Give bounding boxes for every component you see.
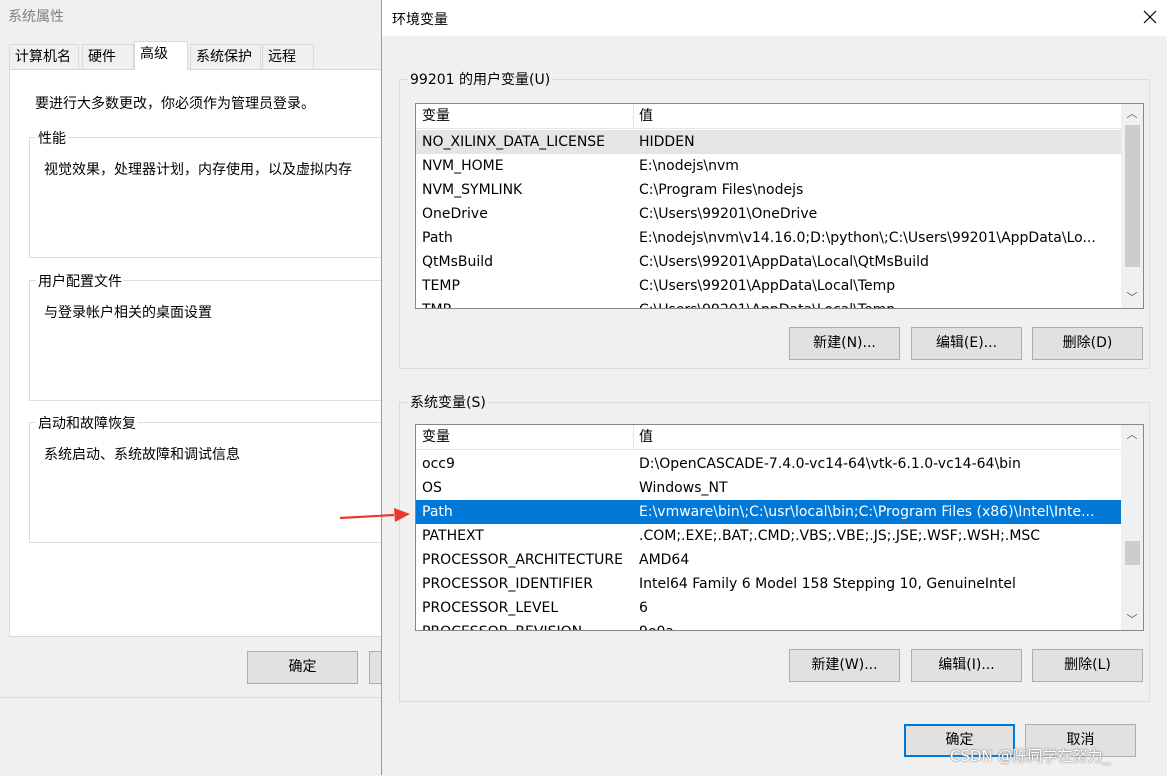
- list-item[interactable]: OS Windows_NT: [416, 476, 1121, 500]
- system-properties-footer: [0, 697, 381, 776]
- variable-name: PROCESSOR_REVISION: [422, 620, 582, 630]
- list-item[interactable]: PROCESSOR_IDENTIFIER Intel64 Family 6 Mo…: [416, 572, 1121, 596]
- user-new-button[interactable]: 新建(N)...: [789, 327, 900, 360]
- variable-value: HIDDEN: [639, 134, 695, 150]
- startup-recovery-group-title: 启动和故障恢复: [36, 413, 138, 433]
- dialog-title-bar: 环境变量: [382, 0, 1167, 36]
- list-item[interactable]: TEMP C:\Users\99201\AppData\Local\Temp: [416, 274, 1121, 298]
- variable-name: Path: [422, 230, 453, 246]
- startup-recovery-group-desc: 系统启动、系统故障和调试信息: [44, 447, 240, 463]
- annotation-arrow-icon: [339, 508, 410, 522]
- user-delete-button[interactable]: 删除(D): [1032, 327, 1143, 360]
- list-item[interactable]: QtMsBuild C:\Users\99201\AppData\Local\Q…: [416, 250, 1121, 274]
- variable-value: D:\OpenCASCADE-7.4.0-vc14-64\vtk-6.1.0-v…: [639, 456, 1021, 472]
- system-edit-button[interactable]: 编辑(I)...: [911, 649, 1022, 682]
- variable-name: PROCESSOR_ARCHITECTURE: [422, 552, 623, 568]
- column-divider[interactable]: [633, 104, 634, 128]
- tab-advanced[interactable]: 高级: [134, 41, 188, 70]
- variable-value: C:\Program Files\nodejs: [639, 182, 804, 198]
- scroll-thumb[interactable]: [1125, 541, 1140, 565]
- variable-name: PROCESSOR_LEVEL: [422, 600, 559, 616]
- list-item[interactable]: occ9 D:\OpenCASCADE-7.4.0-vc14-64\vtk-6.…: [416, 452, 1121, 476]
- system-properties-title: 系统属性: [8, 9, 64, 25]
- tab-hardware[interactable]: 硬件: [82, 44, 134, 69]
- system-new-button[interactable]: 新建(W)...: [789, 649, 900, 682]
- list-item[interactable]: NVM_HOME E:\nodejs\nvm: [416, 154, 1121, 178]
- variable-value: E:\vmware\bin\;C:\usr\local\bin;C:\Progr…: [639, 504, 1095, 520]
- system-variables-legend: 系统变量(S): [408, 392, 488, 412]
- scroll-up-icon[interactable]: ︿: [1121, 105, 1143, 123]
- variable-value: Windows_NT: [639, 480, 728, 496]
- variable-value: C:\Users\99201\OneDrive: [639, 206, 818, 222]
- user-profiles-group-title: 用户配置文件: [36, 271, 124, 291]
- header-value[interactable]: 值: [639, 104, 653, 128]
- variable-value: .COM;.EXE;.BAT;.CMD;.VBS;.VBE;.JS;.JSE;.…: [639, 528, 1041, 544]
- variable-name: Path: [422, 504, 453, 520]
- system-properties-ok-button[interactable]: 确定: [247, 651, 358, 684]
- scroll-down-icon[interactable]: ﹀: [1121, 289, 1143, 307]
- tab-system-protection[interactable]: 系统保护: [190, 44, 261, 69]
- admin-notice: 要进行大多数更改，你必须作为管理员登录。: [35, 96, 315, 112]
- system-delete-button[interactable]: 删除(L): [1032, 649, 1143, 682]
- performance-group: 性能 视觉效果，处理器计划，内存使用，以及虚拟内存: [29, 128, 389, 258]
- variable-value: C:\Users\99201\AppData\Local\Temp: [639, 298, 1117, 308]
- variable-name: NVM_HOME: [422, 158, 504, 174]
- variable-name: TEMP: [422, 278, 460, 294]
- tab-computer-name[interactable]: 计算机名: [9, 44, 79, 69]
- column-divider[interactable]: [633, 425, 634, 449]
- user-variables-legend: 99201 的用户变量(U): [408, 69, 553, 89]
- list-item[interactable]: NVM_SYMLINK C:\Program Files\nodejs: [416, 178, 1121, 202]
- system-properties-window: 系统属性 计算机名 硬件 高级 系统保护 远程 要进行大多数更改，你必须作为管理…: [0, 0, 389, 776]
- variable-value: E:\nodejs\nvm\v14.16.0;D:\python\;C:\Use…: [639, 230, 1096, 246]
- list-item[interactable]: PATHEXT .COM;.EXE;.BAT;.CMD;.VBS;.VBE;.J…: [416, 524, 1121, 548]
- list-item[interactable]: PROCESSOR_REVISION 9e0a: [416, 620, 1121, 630]
- user-list-scrollbar[interactable]: ︿ ﹀: [1121, 104, 1143, 308]
- variable-name: TMP: [422, 298, 451, 308]
- variable-value: 6: [639, 600, 648, 616]
- variable-value: Intel64 Family 6 Model 158 Stepping 10, …: [639, 576, 1016, 592]
- performance-group-desc: 视觉效果，处理器计划，内存使用，以及虚拟内存: [44, 162, 352, 178]
- user-edit-button[interactable]: 编辑(E)...: [911, 327, 1022, 360]
- scroll-up-icon[interactable]: ︿: [1121, 426, 1143, 444]
- header-value[interactable]: 值: [639, 425, 653, 449]
- startup-recovery-group: 启动和故障恢复 系统启动、系统故障和调试信息: [29, 413, 389, 543]
- user-profiles-group-desc: 与登录帐户相关的桌面设置: [44, 305, 212, 321]
- list-item[interactable]: Path E:\nodejs\nvm\v14.16.0;D:\python\;C…: [416, 226, 1121, 250]
- variable-name: OS: [422, 480, 442, 496]
- system-list-scrollbar[interactable]: ︿ ﹀: [1121, 425, 1143, 630]
- environment-variables-dialog: 环境变量 99201 的用户变量(U) 变量 值 NO_XILINX_DATA_…: [381, 0, 1167, 775]
- variable-name: NO_XILINX_DATA_LICENSE: [422, 134, 606, 150]
- dialog-title: 环境变量: [392, 12, 448, 28]
- tab-remote[interactable]: 远程: [262, 44, 314, 69]
- variable-name: OneDrive: [422, 206, 488, 222]
- watermark: CSDN @陈同学在努力_: [950, 747, 1111, 765]
- user-profiles-group: 用户配置文件 与登录帐户相关的桌面设置: [29, 271, 389, 401]
- variable-name: occ9: [422, 456, 455, 472]
- header-variable[interactable]: 变量: [422, 425, 450, 449]
- list-header: 变量 值: [416, 425, 1121, 450]
- list-item[interactable]: PROCESSOR_LEVEL 6: [416, 596, 1121, 620]
- variable-name: PROCESSOR_IDENTIFIER: [422, 576, 593, 592]
- list-header: 变量 值: [416, 104, 1121, 129]
- scroll-down-icon[interactable]: ﹀: [1121, 611, 1143, 629]
- list-item-selected[interactable]: Path E:\vmware\bin\;C:\usr\local\bin;C:\…: [416, 500, 1121, 524]
- variable-value: E:\nodejs\nvm: [639, 158, 739, 174]
- list-item[interactable]: PROCESSOR_ARCHITECTURE AMD64: [416, 548, 1121, 572]
- variable-name: PATHEXT: [422, 528, 484, 544]
- variable-value: C:\Users\99201\AppData\Local\QtMsBuild: [639, 254, 929, 270]
- variable-value: 9e0a: [639, 620, 1117, 630]
- list-item[interactable]: NO_XILINX_DATA_LICENSE HIDDEN: [416, 130, 1121, 154]
- list-item[interactable]: TMP C:\Users\99201\AppData\Local\Temp: [416, 298, 1121, 308]
- header-variable[interactable]: 变量: [422, 104, 450, 128]
- scroll-thumb[interactable]: [1125, 125, 1140, 267]
- variable-name: NVM_SYMLINK: [422, 182, 523, 198]
- variable-value: C:\Users\99201\AppData\Local\Temp: [639, 278, 896, 294]
- variable-name: QtMsBuild: [422, 254, 494, 270]
- close-icon[interactable]: [1140, 7, 1160, 27]
- system-variables-list[interactable]: 变量 值 occ9 D:\OpenCASCADE-7.4.0-vc14-64\v…: [415, 424, 1144, 631]
- user-variables-list[interactable]: 变量 值 NO_XILINX_DATA_LICENSE HIDDEN NVM_H…: [415, 103, 1144, 309]
- list-item[interactable]: OneDrive C:\Users\99201\OneDrive: [416, 202, 1121, 226]
- variable-value: AMD64: [639, 552, 690, 568]
- performance-group-title: 性能: [36, 128, 68, 148]
